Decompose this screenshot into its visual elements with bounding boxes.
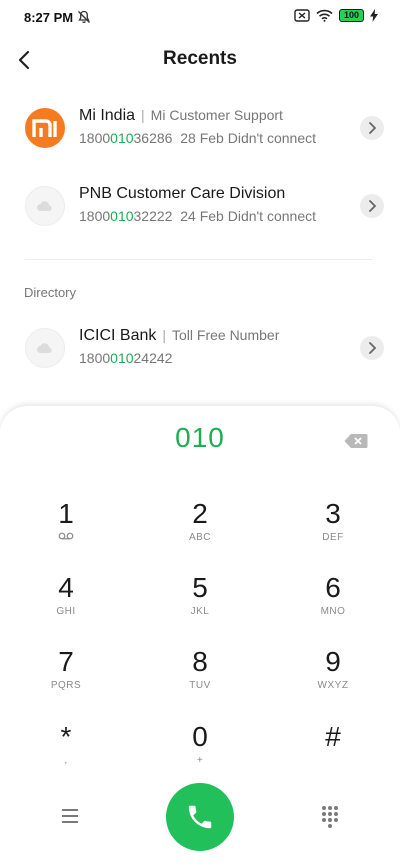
cloud-icon xyxy=(37,200,52,211)
key-1[interactable]: 1 xyxy=(21,498,111,554)
dialpad: 010 1 2 ABC 3 DEF 4 GHI 5 JKL 6 MNO 7 PQ… xyxy=(0,405,400,866)
call-detail: 180001024242 xyxy=(79,350,173,366)
status-time: 8:27 PM xyxy=(24,10,74,25)
default-avatar xyxy=(25,186,65,226)
key-9[interactable]: 9 WXYZ xyxy=(288,646,378,702)
divider xyxy=(25,259,372,260)
key-8[interactable]: 8 TUV xyxy=(155,646,245,702)
recent-item-pnb[interactable]: PNB Customer Care Division 180001032222 … xyxy=(0,176,400,236)
page-title: Recents xyxy=(163,48,237,69)
dialed-number[interactable]: 010 xyxy=(0,422,400,454)
recent-item-mi-india[interactable]: Mi India | Mi Customer Support 18000103628… xyxy=(0,98,400,158)
contact-subtitle: Toll Free Number xyxy=(172,327,280,343)
details-button[interactable] xyxy=(360,194,384,218)
call-detail: 180001032222 24 Feb Didn't connect xyxy=(79,208,316,224)
default-avatar xyxy=(25,328,65,368)
menu-icon[interactable] xyxy=(58,806,82,826)
separator: | xyxy=(141,107,145,123)
call-date: 28 Feb xyxy=(180,130,224,146)
call-detail: 180001036286 28 Feb Didn't connect xyxy=(79,130,316,146)
header: Recents xyxy=(0,40,400,80)
backspace-icon[interactable] xyxy=(344,433,368,449)
chevron-right-icon xyxy=(369,122,376,134)
battery-indicator: 100 xyxy=(338,9,364,22)
muted-bell-icon xyxy=(78,10,90,24)
phone-icon xyxy=(188,805,212,829)
key-0[interactable]: 0 + xyxy=(155,721,245,777)
key-5[interactable]: 5 JKL xyxy=(155,572,245,628)
cloud-icon xyxy=(37,342,52,353)
key-hash[interactable]: # xyxy=(288,721,378,777)
key-6[interactable]: 6 MNO xyxy=(288,572,378,628)
chevron-right-icon xyxy=(369,200,376,212)
contact-subtitle: Mi Customer Support xyxy=(150,107,283,123)
details-button[interactable] xyxy=(360,116,384,140)
details-button[interactable] xyxy=(360,336,384,360)
key-star[interactable]: * , xyxy=(21,721,111,777)
wifi-icon xyxy=(316,9,333,22)
call-status: Didn't connect xyxy=(227,208,316,224)
separator: | xyxy=(162,327,166,343)
key-4[interactable]: 4 GHI xyxy=(21,572,111,628)
chevron-right-icon xyxy=(369,342,376,354)
number-match: 010 xyxy=(110,208,134,224)
mi-logo-avatar xyxy=(25,108,65,148)
number-match: 010 xyxy=(110,130,134,146)
mi-logo-icon xyxy=(32,119,57,137)
contact-name: PNB Customer Care Division xyxy=(79,185,286,202)
key-3[interactable]: 3 DEF xyxy=(288,498,378,554)
status-icons: 100 xyxy=(294,9,378,22)
key-2[interactable]: 2 ABC xyxy=(155,498,245,554)
call-button[interactable] xyxy=(166,783,234,851)
sim-off-icon xyxy=(294,9,310,22)
contact-name: Mi India | Mi Customer Support xyxy=(79,107,283,124)
call-status: Didn't connect xyxy=(227,130,316,146)
call-date: 24 Feb xyxy=(180,208,224,224)
key-7[interactable]: 7 PQRS xyxy=(21,646,111,702)
status-bar: 8:27 PM 100 xyxy=(0,0,400,36)
section-label-directory: Directory xyxy=(24,285,77,300)
voicemail-icon xyxy=(58,532,74,540)
contact-name: ICICI Bank | Toll Free Number xyxy=(79,327,280,344)
charging-bolt-icon xyxy=(370,9,378,22)
directory-item-icici[interactable]: ICICI Bank | Toll Free Number 180001024242 xyxy=(0,318,400,378)
number-match: 010 xyxy=(110,350,134,366)
dialpad-bottom-bar xyxy=(0,781,400,851)
dialpad-icon[interactable] xyxy=(319,804,341,828)
